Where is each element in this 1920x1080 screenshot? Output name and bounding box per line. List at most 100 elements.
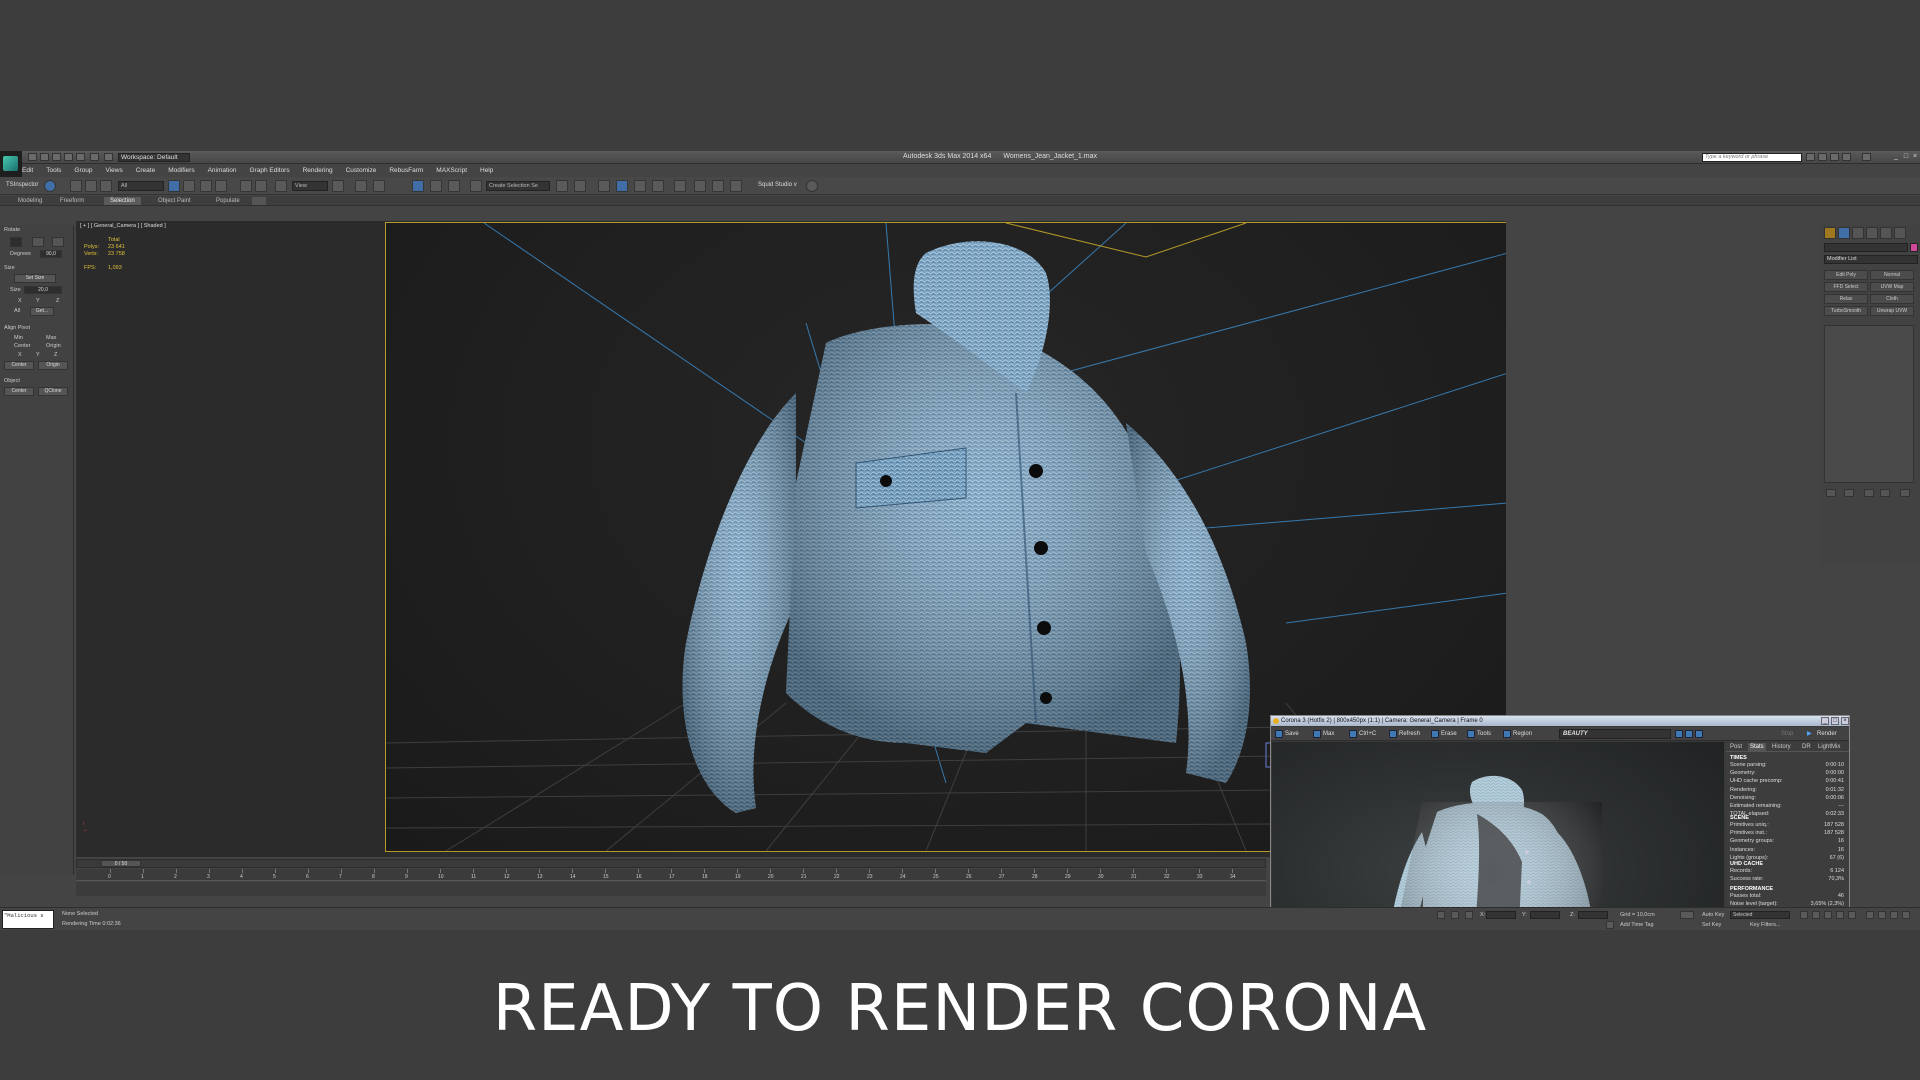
modifier-edit-poly[interactable]: Edit Poly (1824, 270, 1868, 280)
pivot-origin-button[interactable]: Origin (38, 361, 68, 370)
menu-rendering[interactable]: Rendering (303, 165, 333, 176)
unlink-icon[interactable] (85, 180, 97, 192)
modifier-unwrap-uvw[interactable]: Unwrap UVW (1870, 306, 1914, 316)
mirror-icon[interactable] (556, 180, 568, 192)
max-icon[interactable] (1313, 730, 1321, 738)
rotate-ccw-icon[interactable] (32, 237, 44, 247)
select-manipulate-icon[interactable] (355, 180, 367, 192)
scene-explorer-icon[interactable] (598, 180, 610, 192)
bind-spacewarp-icon[interactable] (100, 180, 112, 192)
configure-sets-icon[interactable] (1900, 489, 1910, 497)
x-coordinate-input[interactable] (1486, 911, 1516, 919)
corona-vfb-window[interactable]: Corona 3 (Hotfix 2) | 800x450px (1:1) | … (1270, 715, 1850, 930)
zoom-fit-icon[interactable] (1695, 730, 1703, 738)
search-icon[interactable] (1806, 153, 1815, 161)
vfb-tab-stats[interactable]: Stats (1748, 743, 1766, 751)
zoom-out-icon[interactable] (1685, 730, 1693, 738)
snaps-toggle-icon[interactable] (412, 180, 424, 192)
pin-stack-icon[interactable] (1826, 489, 1836, 497)
vfb-maximize-icon[interactable]: □ (1831, 717, 1839, 725)
set-key-mode-icon[interactable] (1680, 911, 1694, 919)
modifier-normal[interactable]: Normal (1870, 270, 1914, 280)
object-center-button[interactable]: Center (4, 387, 34, 396)
menu-customize[interactable]: Customize (346, 165, 377, 176)
show-end-result-icon[interactable] (1844, 489, 1854, 497)
size-input[interactable]: 20,0 (24, 286, 62, 294)
menu-help[interactable]: Help (480, 165, 493, 176)
vfb-tab-dr[interactable]: DR (1800, 743, 1813, 751)
maxscript-listener-input[interactable]: "Malicious s (2, 910, 54, 929)
remove-modifier-icon[interactable] (1880, 489, 1890, 497)
minimize-icon[interactable]: _ (1892, 153, 1900, 161)
window-crossing-icon[interactable] (215, 180, 227, 192)
menu-maxscript[interactable]: MAXScript (436, 165, 467, 176)
jacket-model[interactable] (682, 241, 1250, 813)
copy-icon[interactable] (1349, 730, 1357, 738)
graphite-toggle-icon[interactable] (634, 180, 646, 192)
scale-icon[interactable] (275, 180, 287, 192)
next-frame-icon[interactable] (1836, 911, 1844, 919)
modifier-relax[interactable]: Relax (1824, 294, 1868, 304)
degrees-input[interactable]: 90,0 (40, 250, 62, 258)
link-icon[interactable] (70, 180, 82, 192)
track-bar[interactable]: 0 1 2 3 4 5 6 7 8 9 10 11 12 13 14 15 16 17 18 19 20 21 22 23 24… (76, 869, 1266, 881)
squid-studio-label[interactable]: Squid Studio v (758, 182, 797, 188)
vfb-tools-button[interactable]: Tools (1477, 730, 1491, 738)
key-filters-button[interactable]: Key Filters... (1750, 922, 1781, 928)
pivot-center-button[interactable]: Center (4, 361, 34, 370)
time-tag-icon[interactable] (1606, 921, 1614, 929)
rotate-toggle-icon[interactable] (10, 237, 22, 247)
erase-icon[interactable] (1431, 730, 1439, 738)
modify-tab-icon[interactable] (1838, 227, 1850, 239)
tab-modeling[interactable]: Modeling (12, 197, 48, 205)
maximize-icon[interactable]: □ (1902, 153, 1910, 161)
named-selection-dropdown[interactable]: Create Selection Se (486, 181, 550, 191)
pan-icon[interactable] (1878, 911, 1886, 919)
modifier-ffd-select[interactable]: FFD Select (1824, 282, 1868, 292)
set-size-button[interactable]: Set Size (14, 274, 56, 283)
menu-tools[interactable]: Tools (46, 165, 61, 176)
menu-group[interactable]: Group (74, 165, 92, 176)
lock-selection-icon[interactable] (1451, 911, 1459, 919)
percent-snap-icon[interactable] (448, 180, 460, 192)
add-time-tag-button[interactable]: Add Time Tag (1620, 922, 1654, 928)
maximize-viewport-icon[interactable] (1902, 911, 1910, 919)
undo-icon[interactable] (64, 153, 73, 161)
close-icon[interactable]: × (1911, 153, 1919, 161)
workspace-dropdown[interactable]: Workspace: Default (118, 153, 190, 162)
vfb-max-button[interactable]: Max (1323, 730, 1334, 738)
favorites-icon[interactable] (1842, 153, 1851, 161)
rotate-icon[interactable] (255, 180, 267, 192)
tools-icon[interactable] (1467, 730, 1475, 738)
rendered-image[interactable] (1272, 742, 1724, 930)
set-key-button[interactable]: Set Key (1702, 922, 1721, 928)
go-to-end-icon[interactable] (1848, 911, 1856, 919)
zoom-icon[interactable] (1866, 911, 1874, 919)
play-animation-icon[interactable] (1824, 911, 1832, 919)
select-by-name-icon[interactable] (183, 180, 195, 192)
vfb-render-button[interactable]: Render (1817, 730, 1837, 738)
render-pass-dropdown[interactable]: BEAUTY (1559, 729, 1671, 739)
modifier-turbosmooth[interactable]: TurboSmooth (1824, 306, 1868, 316)
isolate-icon[interactable] (1437, 911, 1445, 919)
track-area[interactable] (76, 882, 1266, 896)
new-scene-icon[interactable] (28, 153, 37, 161)
vfb-close-icon[interactable]: × (1841, 717, 1849, 725)
play-icon[interactable]: ▶ (1807, 730, 1812, 738)
vfb-tab-history[interactable]: History (1770, 743, 1793, 751)
go-to-start-icon[interactable] (1800, 911, 1808, 919)
move-icon[interactable] (240, 180, 252, 192)
orbit-icon[interactable] (1890, 911, 1898, 919)
modifier-stack[interactable] (1824, 325, 1914, 483)
vfb-tab-lightmix[interactable]: LightMix (1816, 743, 1842, 751)
open-file-icon[interactable] (40, 153, 49, 161)
viewport-label[interactable]: [ + ] [ General_Camera ] [ Shaded ] (80, 223, 166, 229)
time-slider[interactable]: 0 / 50 (76, 859, 1266, 868)
motion-tab-icon[interactable] (1866, 227, 1878, 239)
region-icon[interactable] (1503, 730, 1511, 738)
save-file-icon[interactable] (52, 153, 61, 161)
modifier-uvw-map[interactable]: UVW Map (1870, 282, 1914, 292)
get-size-button[interactable]: Get... (30, 307, 54, 316)
redo-icon[interactable] (76, 153, 85, 161)
project-folder-icon[interactable] (90, 153, 99, 161)
